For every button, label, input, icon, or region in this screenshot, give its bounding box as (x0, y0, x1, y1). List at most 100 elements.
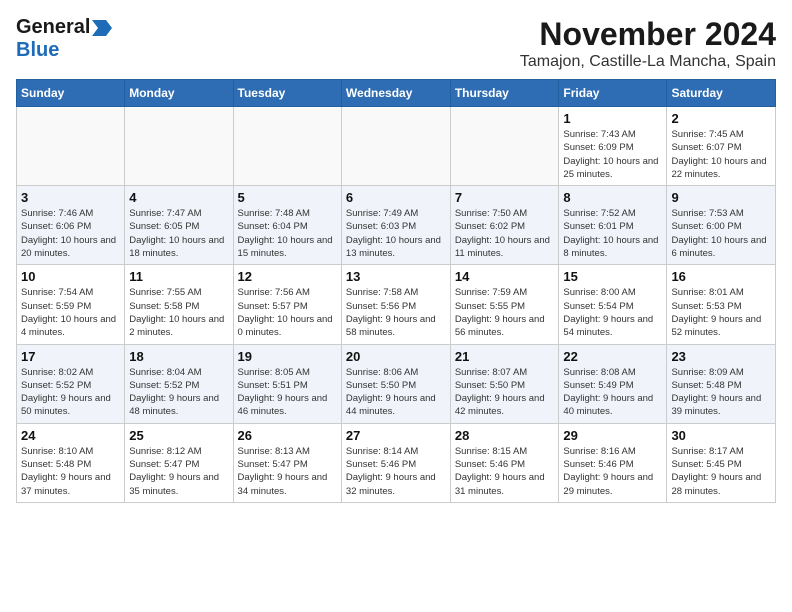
weekday-header: Thursday (450, 80, 559, 107)
day-number: 8 (563, 190, 662, 205)
calendar-cell: 3 Sunrise: 7:46 AM Sunset: 6:06 PM Daylig… (17, 186, 125, 265)
calendar-cell: 27Sunrise: 8:14 AM Sunset: 5:46 PM Dayli… (341, 423, 450, 502)
weekday-header: Wednesday (341, 80, 450, 107)
calendar-week-row: 24 Sunrise: 8:10 AM Sunset: 5:48 PM Dayli… (17, 423, 776, 502)
calendar-table: SundayMondayTuesdayWednesdayThursdayFrid… (16, 79, 776, 503)
calendar-cell: 22Sunrise: 8:08 AM Sunset: 5:49 PM Dayli… (559, 344, 667, 423)
calendar-cell (450, 107, 559, 186)
day-info: Sunrise: 7:56 AM Sunset: 5:57 PM Dayligh… (238, 286, 337, 339)
day-info: Sunrise: 8:14 AM Sunset: 5:46 PM Dayligh… (346, 445, 446, 498)
calendar-cell: 17 Sunrise: 8:02 AM Sunset: 5:52 PM Dayli… (17, 344, 125, 423)
calendar-week-row: 10Sunrise: 7:54 AM Sunset: 5:59 PM Dayli… (17, 265, 776, 344)
day-number: 7 (455, 190, 555, 205)
day-info: Sunrise: 8:05 AM Sunset: 5:51 PM Dayligh… (238, 366, 337, 419)
calendar-cell: 26 Sunrise: 8:13 AM Sunset: 5:47 PM Dayli… (233, 423, 341, 502)
calendar-cell: 2 Sunrise: 7:45 AM Sunset: 6:07 PM Daylig… (667, 107, 776, 186)
day-number: 17 (21, 349, 120, 364)
weekday-header: Monday (125, 80, 233, 107)
calendar-cell: 5 Sunrise: 7:48 AM Sunset: 6:04 PM Daylig… (233, 186, 341, 265)
day-info: Sunrise: 7:49 AM Sunset: 6:03 PM Dayligh… (346, 207, 446, 260)
day-info: Sunrise: 8:06 AM Sunset: 5:50 PM Dayligh… (346, 366, 446, 419)
calendar-cell: 16 Sunrise: 8:01 AM Sunset: 5:53 PM Dayli… (667, 265, 776, 344)
day-number: 19 (238, 349, 337, 364)
day-info: Sunrise: 7:52 AM Sunset: 6:01 PM Dayligh… (563, 207, 662, 260)
day-info: Sunrise: 7:45 AM Sunset: 6:07 PM Dayligh… (671, 128, 771, 181)
day-info: Sunrise: 7:58 AM Sunset: 5:56 PM Dayligh… (346, 286, 446, 339)
calendar-header-row: SundayMondayTuesdayWednesdayThursdayFrid… (17, 80, 776, 107)
day-info: Sunrise: 8:13 AM Sunset: 5:47 PM Dayligh… (238, 445, 337, 498)
calendar-cell: 15Sunrise: 8:00 AM Sunset: 5:54 PM Dayli… (559, 265, 667, 344)
day-info: Sunrise: 8:09 AM Sunset: 5:48 PM Dayligh… (671, 366, 771, 419)
calendar-cell: 11 Sunrise: 7:55 AM Sunset: 5:58 PM Dayli… (125, 265, 233, 344)
day-number: 4 (129, 190, 228, 205)
calendar-cell (233, 107, 341, 186)
calendar-cell: 28 Sunrise: 8:15 AM Sunset: 5:46 PM Dayli… (450, 423, 559, 502)
calendar-cell: 18Sunrise: 8:04 AM Sunset: 5:52 PM Dayli… (125, 344, 233, 423)
day-info: Sunrise: 8:02 AM Sunset: 5:52 PM Dayligh… (21, 366, 120, 419)
day-number: 6 (346, 190, 446, 205)
day-number: 24 (21, 428, 120, 443)
day-info: Sunrise: 7:59 AM Sunset: 5:55 PM Dayligh… (455, 286, 555, 339)
calendar-cell: 13 Sunrise: 7:58 AM Sunset: 5:56 PM Dayli… (341, 265, 450, 344)
calendar-cell: 4 Sunrise: 7:47 AM Sunset: 6:05 PM Daylig… (125, 186, 233, 265)
day-info: Sunrise: 7:55 AM Sunset: 5:58 PM Dayligh… (129, 286, 228, 339)
calendar-cell: 10Sunrise: 7:54 AM Sunset: 5:59 PM Dayli… (17, 265, 125, 344)
title-area: November 2024 Tamajon, Castille-La Manch… (520, 16, 776, 71)
calendar-cell: 20Sunrise: 8:06 AM Sunset: 5:50 PM Dayli… (341, 344, 450, 423)
calendar-cell: 21Sunrise: 8:07 AM Sunset: 5:50 PM Dayli… (450, 344, 559, 423)
calendar-cell: 23Sunrise: 8:09 AM Sunset: 5:48 PM Dayli… (667, 344, 776, 423)
day-number: 13 (346, 269, 446, 284)
day-info: Sunrise: 8:12 AM Sunset: 5:47 PM Dayligh… (129, 445, 228, 498)
day-info: Sunrise: 8:10 AM Sunset: 5:48 PM Dayligh… (21, 445, 120, 498)
day-number: 16 (671, 269, 771, 284)
calendar-cell: 30Sunrise: 8:17 AM Sunset: 5:45 PM Dayli… (667, 423, 776, 502)
day-info: Sunrise: 7:47 AM Sunset: 6:05 PM Dayligh… (129, 207, 228, 260)
calendar-cell: 8 Sunrise: 7:52 AM Sunset: 6:01 PM Daylig… (559, 186, 667, 265)
day-number: 29 (563, 428, 662, 443)
weekday-header: Sunday (17, 80, 125, 107)
day-info: Sunrise: 7:43 AM Sunset: 6:09 PM Dayligh… (563, 128, 662, 181)
day-number: 26 (238, 428, 337, 443)
day-info: Sunrise: 7:48 AM Sunset: 6:04 PM Dayligh… (238, 207, 337, 260)
calendar-cell: 24 Sunrise: 8:10 AM Sunset: 5:48 PM Dayli… (17, 423, 125, 502)
day-number: 3 (21, 190, 120, 205)
day-info: Sunrise: 8:16 AM Sunset: 5:46 PM Dayligh… (563, 445, 662, 498)
day-info: Sunrise: 8:01 AM Sunset: 5:53 PM Dayligh… (671, 286, 771, 339)
day-number: 10 (21, 269, 120, 284)
day-number: 25 (129, 428, 228, 443)
calendar-cell: 14 Sunrise: 7:59 AM Sunset: 5:55 PM Dayli… (450, 265, 559, 344)
day-info: Sunrise: 7:46 AM Sunset: 6:06 PM Dayligh… (21, 207, 120, 260)
calendar-cell: 25 Sunrise: 8:12 AM Sunset: 5:47 PM Dayli… (125, 423, 233, 502)
day-number: 2 (671, 111, 771, 126)
day-number: 15 (563, 269, 662, 284)
weekday-header: Friday (559, 80, 667, 107)
logo-general: General (16, 16, 90, 39)
day-number: 5 (238, 190, 337, 205)
calendar-cell: 19 Sunrise: 8:05 AM Sunset: 5:51 PM Dayli… (233, 344, 341, 423)
page-header: General Blue November 2024 Tamajon, Cast… (16, 16, 776, 71)
calendar-cell (341, 107, 450, 186)
day-number: 28 (455, 428, 555, 443)
logo: General Blue (16, 16, 112, 62)
calendar-week-row: 3 Sunrise: 7:46 AM Sunset: 6:06 PM Daylig… (17, 186, 776, 265)
month-title: November 2024 (520, 16, 776, 53)
day-number: 14 (455, 269, 555, 284)
logo-icon (92, 20, 112, 36)
calendar-cell (17, 107, 125, 186)
day-info: Sunrise: 7:50 AM Sunset: 6:02 PM Dayligh… (455, 207, 555, 260)
calendar-cell (125, 107, 233, 186)
day-number: 9 (671, 190, 771, 205)
calendar-cell: 1 Sunrise: 7:43 AM Sunset: 6:09 PM Daylig… (559, 107, 667, 186)
day-info: Sunrise: 8:04 AM Sunset: 5:52 PM Dayligh… (129, 366, 228, 419)
calendar-week-row: 1 Sunrise: 7:43 AM Sunset: 6:09 PM Daylig… (17, 107, 776, 186)
calendar-cell: 7 Sunrise: 7:50 AM Sunset: 6:02 PM Daylig… (450, 186, 559, 265)
day-info: Sunrise: 7:53 AM Sunset: 6:00 PM Dayligh… (671, 207, 771, 260)
day-info: Sunrise: 8:07 AM Sunset: 5:50 PM Dayligh… (455, 366, 555, 419)
day-number: 30 (671, 428, 771, 443)
day-number: 1 (563, 111, 662, 126)
calendar-cell: 29 Sunrise: 8:16 AM Sunset: 5:46 PM Dayli… (559, 423, 667, 502)
day-info: Sunrise: 8:08 AM Sunset: 5:49 PM Dayligh… (563, 366, 662, 419)
weekday-header: Tuesday (233, 80, 341, 107)
day-info: Sunrise: 8:15 AM Sunset: 5:46 PM Dayligh… (455, 445, 555, 498)
day-number: 11 (129, 269, 228, 284)
